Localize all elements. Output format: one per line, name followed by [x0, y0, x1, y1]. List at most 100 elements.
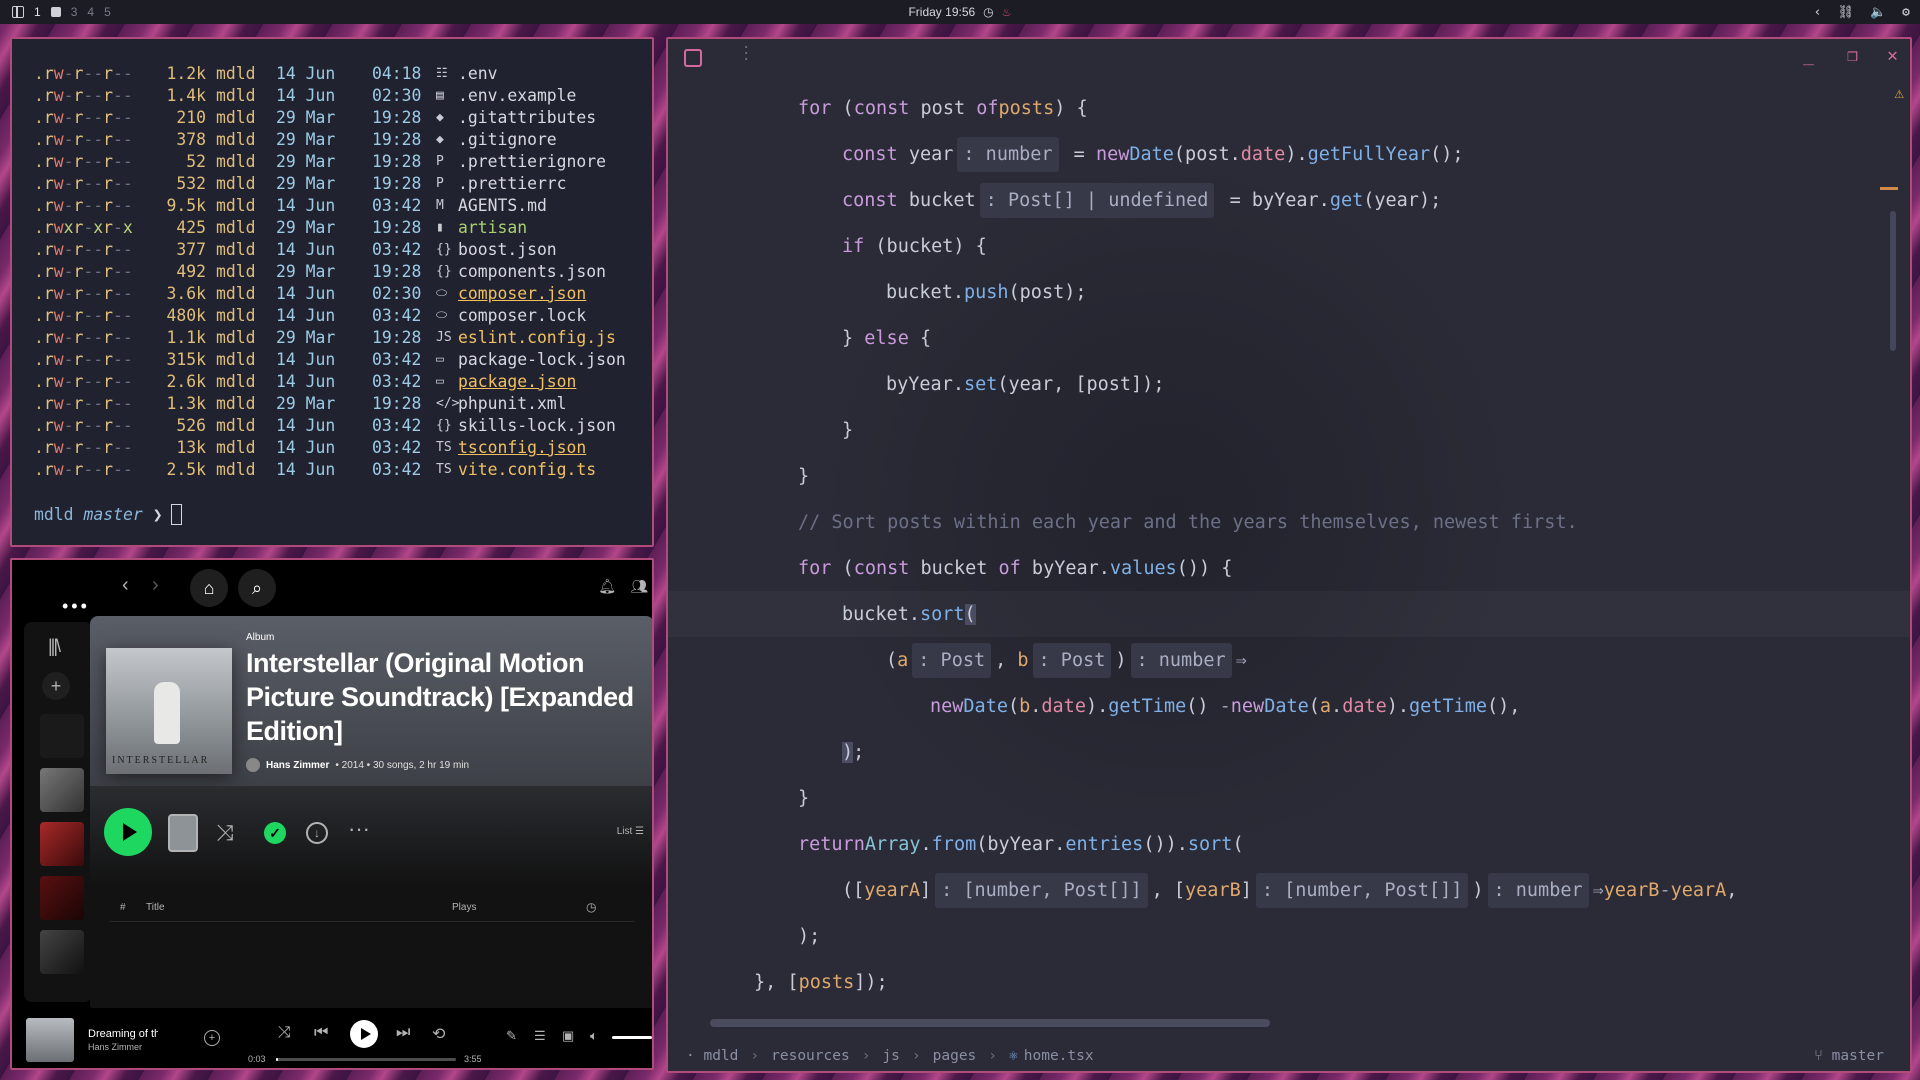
breadcrumb-item[interactable]: pages [933, 1048, 977, 1064]
library-icon[interactable]: |||\ [48, 636, 61, 657]
shuffle-icon[interactable]: ⤨ [216, 820, 234, 846]
ls-date: 29 Mar [276, 218, 336, 237]
ls-filename[interactable]: package.json [458, 371, 576, 393]
workspace-4[interactable]: 4 [87, 5, 94, 19]
saved-check-icon[interactable]: ✓ [264, 822, 286, 844]
library-item-2[interactable] [40, 768, 84, 812]
file-type-icon: JS [436, 330, 452, 345]
terminal-window[interactable]: .rw-r--r-- 1.2k mdld 14 Jun 04:18 ☷ .env .rw-r-… [10, 37, 654, 547]
lyrics-icon[interactable]: ✎ [506, 1028, 517, 1044]
search-button[interactable]: ⌕ [238, 569, 276, 607]
menu-dots-icon[interactable]: ••• [62, 596, 90, 617]
chevron-left-icon[interactable]: ‹ [1814, 5, 1822, 20]
shell-prompt[interactable]: mdld master ❯ [34, 503, 652, 525]
volume-slider[interactable] [612, 1036, 652, 1039]
horizontal-scrollbar[interactable] [710, 1019, 1270, 1027]
artist-link[interactable]: Hans Zimmer [266, 760, 329, 771]
ls-date: 14 Jun [276, 284, 336, 303]
ls-filename[interactable]: .env [458, 63, 497, 85]
ls-filename[interactable]: phpunit.xml [458, 393, 567, 415]
workspace-2[interactable] [50, 7, 61, 17]
layout-icon[interactable] [12, 6, 24, 18]
code-line: } [798, 787, 810, 809]
code-line: bucket. push (post); [886, 281, 1087, 303]
close-icon[interactable]: ✕ [1887, 45, 1898, 66]
minimize-icon[interactable]: _ [1803, 45, 1814, 66]
workspace-3[interactable]: 3 [71, 5, 78, 19]
network-icon[interactable]: ⛓ [1837, 5, 1854, 20]
home-button[interactable]: ⌂ [190, 569, 228, 607]
workspace-5[interactable]: 5 [104, 5, 111, 19]
forward-icon[interactable]: › [152, 574, 159, 597]
ls-filename[interactable]: artisan [458, 217, 527, 239]
maximize-icon[interactable]: ❐ [1847, 45, 1858, 66]
more-options-icon[interactable]: ··· [348, 816, 370, 842]
ls-filename[interactable]: skills-lock.json [458, 415, 616, 437]
ls-time: 19:28 [372, 262, 422, 281]
code-line: if (bucket) { [842, 235, 987, 257]
library-item-1[interactable] [40, 714, 84, 758]
next-icon[interactable]: ⏭ [396, 1024, 410, 1042]
ls-filename[interactable]: tsconfig.json [458, 437, 586, 459]
add-to-library-icon[interactable]: + [204, 1030, 220, 1046]
volume-icon[interactable]: 🔈 [1870, 5, 1886, 20]
volume-control-icon[interactable]: 🔈︎ [590, 1028, 598, 1044]
progress-bar[interactable] [276, 1058, 456, 1061]
ls-filename[interactable]: vite.config.ts [458, 459, 596, 481]
clock[interactable]: Friday 19:56 ◷ ♨ [908, 5, 1011, 19]
library-item-4[interactable] [40, 876, 84, 920]
git-branch-indicator[interactable]: ⑂ master [1814, 1048, 1884, 1064]
code-editor-window[interactable]: · · · _ ❐ ✕ ⚠ for (const post of posts) { … [666, 37, 1912, 1073]
ls-filename[interactable]: .gitattributes [458, 107, 596, 129]
library-item-3[interactable] [40, 822, 84, 866]
top-bar: 1 3 4 5 Friday 19:56 ◷ ♨ ‹ ⛓ 🔈 ⚙ [0, 0, 1920, 24]
repeat-icon[interactable]: ⟲ [432, 1024, 445, 1044]
album-preview-thumb[interactable] [168, 814, 198, 852]
ls-filename[interactable]: composer.json [458, 283, 586, 305]
ls-filename[interactable]: components.json [458, 261, 606, 283]
ls-filename[interactable]: .prettierrc [458, 173, 567, 195]
ls-user: mdld [216, 64, 256, 83]
file-type-icon: ▮ [436, 220, 444, 235]
previous-icon[interactable]: ⏮ [314, 1024, 328, 1042]
ls-date: 29 Mar [276, 152, 336, 171]
now-playing-title[interactable]: Dreaming of the Cr [88, 1028, 158, 1040]
settings-icon[interactable]: ⚙ [1902, 5, 1910, 20]
play-button[interactable] [104, 808, 152, 856]
ls-time: 03:42 [372, 438, 422, 457]
friends-icon[interactable]: 👥︎ [630, 578, 648, 595]
ls-filename[interactable]: package-lock.json [458, 349, 626, 371]
ls-filename[interactable]: .prettierignore [458, 151, 606, 173]
download-icon[interactable]: ↓ [306, 822, 328, 844]
breadcrumb-item[interactable]: resources [771, 1048, 850, 1064]
workspace-1[interactable]: 1 [34, 5, 41, 19]
ls-permissions: .rw-r--r-- [34, 240, 133, 259]
breadcrumb-item[interactable]: js [882, 1048, 899, 1064]
ls-filename[interactable]: .gitignore [458, 129, 557, 151]
ls-filename[interactable]: AGENTS.md [458, 195, 547, 217]
view-mode-button[interactable]: List ☰ [617, 826, 644, 837]
menu-kebab-icon[interactable]: · · · [742, 41, 750, 67]
ls-filename[interactable]: eslint.config.js [458, 327, 616, 349]
back-icon[interactable]: ‹ [122, 574, 129, 597]
code-line: } else { [842, 327, 932, 349]
spotify-window[interactable]: ••• ‹ › ⌂ ⌕ 🔔︎ 👥︎ |||\ + INTERSTELLAR Al… [10, 558, 654, 1070]
file-type-icon: </> [436, 396, 460, 411]
queue-icon[interactable]: ☰ [534, 1028, 546, 1044]
breadcrumb-root[interactable]: · mdld [686, 1048, 738, 1064]
now-playing-cover[interactable] [26, 1018, 74, 1062]
player-play-button[interactable] [350, 1020, 378, 1048]
elapsed-time: 0:03 [248, 1054, 266, 1064]
create-playlist-button[interactable]: + [42, 672, 70, 700]
ls-filename[interactable]: .env.example [458, 85, 576, 107]
breadcrumb-file[interactable]: home.tsx [1024, 1048, 1094, 1064]
devices-icon[interactable]: ▣ [562, 1028, 574, 1044]
now-playing-artist[interactable]: Hans Zimmer [88, 1042, 142, 1052]
ls-filename[interactable]: composer.lock [458, 305, 586, 327]
notification-icon[interactable]: ♨ [1002, 6, 1012, 19]
code-line: const year: number = new Date (post. date)… [668, 131, 1910, 177]
shuffle-control-icon[interactable]: ⤨ [278, 1024, 291, 1042]
bell-icon[interactable]: 🔔︎ [598, 578, 616, 595]
ls-filename[interactable]: boost.json [458, 239, 557, 261]
library-item-5[interactable] [40, 930, 84, 974]
